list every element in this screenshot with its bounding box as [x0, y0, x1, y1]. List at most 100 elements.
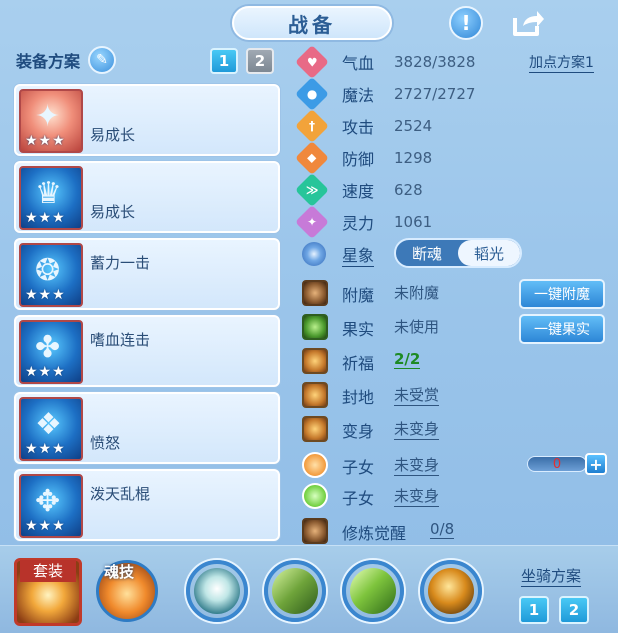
mount-scheme-tabs: 1 2	[519, 596, 589, 624]
equipment-scheme-header: 装备方案 ✎	[16, 46, 117, 74]
equipment-name: 易成长	[90, 203, 136, 221]
share-button[interactable]	[508, 6, 548, 40]
star-rating: ★★★	[25, 210, 66, 226]
shield-icon: ◆	[295, 141, 329, 175]
attr-row-child-2: 子女 未变身	[300, 481, 500, 509]
blade-skill-icon	[350, 568, 396, 614]
star-sign-toggle: 断魂 韬光	[394, 238, 522, 268]
stat-row-spirit: ✦ 灵力 1061	[295, 205, 432, 239]
stat-row-defense: ◆ 防御 1298	[295, 141, 432, 175]
stat-label: 攻击	[342, 118, 375, 137]
skill-slot-2[interactable]	[264, 560, 326, 622]
child-icon	[302, 483, 328, 509]
mount-scheme-label: 坐骑方案	[521, 567, 582, 587]
scheme-tab-1[interactable]: 1	[210, 48, 238, 74]
add-point-plan-link[interactable]: 加点方案1	[529, 52, 594, 73]
attr-row-transform: 变身 未变身	[300, 414, 500, 442]
attr-row-blessing: 祈福 2/2	[300, 346, 500, 374]
exclamation-icon: !	[461, 11, 471, 35]
equipment-slot-5[interactable]: ❖ ★★★ 愤怒	[14, 392, 280, 464]
mount-tab-2[interactable]: 2	[559, 596, 589, 624]
sword-skill-icon	[272, 568, 318, 614]
attr-label: 子女	[342, 458, 375, 477]
equipment-name: 易成长	[90, 126, 136, 144]
attr-value[interactable]: 0/8	[430, 520, 455, 539]
star-rating: ★★★	[25, 133, 66, 149]
page-title-text: 战备	[288, 12, 336, 37]
equipment-slot-4[interactable]: ✤ ★★★ 嗜血连击	[14, 315, 280, 387]
equipment-slot-2[interactable]: ♛ ★★★ 易成长	[14, 161, 280, 233]
weapon-icon: ✦ ★★★	[19, 89, 83, 153]
stat-value: 2524	[394, 117, 433, 135]
star-rating: ★★★	[25, 518, 66, 534]
helmet-icon: ♛ ★★★	[19, 166, 83, 230]
belt-icon: ❖ ★★★	[19, 397, 83, 461]
sword-icon: †	[295, 109, 329, 143]
attr-label: 修炼觉醒	[342, 524, 407, 543]
equipment-scheme-label: 装备方案	[16, 52, 81, 71]
equipment-slot-1[interactable]: ✦ ★★★ 易成长	[14, 84, 280, 156]
cultivation-icon	[302, 518, 328, 544]
toggle-option-taoguang[interactable]: 韬光	[458, 240, 520, 266]
stat-label: 魔法	[342, 86, 375, 105]
stat-row-mp: ● 魔法 2727/2727	[295, 77, 475, 111]
scheme-tab-2[interactable]: 2	[246, 48, 274, 74]
plus-icon: +	[589, 454, 603, 474]
stat-label: 防御	[342, 150, 375, 169]
speed-icon: ≫	[295, 173, 329, 207]
equipment-name: 蓄力一击	[90, 254, 151, 272]
stat-label: 灵力	[342, 214, 375, 233]
star-rating: ★★★	[25, 441, 66, 457]
attr-value[interactable]: 2/2	[394, 350, 421, 369]
help-button[interactable]: !	[449, 6, 483, 40]
skill-slot-4[interactable]	[420, 560, 482, 622]
attr-label: 变身	[342, 422, 375, 441]
attr-value[interactable]: 未变身	[394, 485, 440, 507]
star-sign-icon	[302, 242, 326, 266]
suit-label: 套装	[20, 560, 76, 582]
attr-row-child-1: 子女 未变身	[300, 450, 500, 478]
attr-row-enchant: 附魔 未附魔	[300, 278, 500, 306]
skill-slot-3[interactable]	[342, 560, 404, 622]
fief-icon	[302, 382, 328, 408]
toggle-option-duanhun[interactable]: 断魂	[396, 240, 458, 266]
enchant-icon	[302, 280, 328, 306]
mount-tab-1[interactable]: 1	[519, 596, 549, 624]
stat-value: 1061	[394, 213, 433, 231]
spirit-icon: ✦	[295, 205, 329, 239]
mana-icon: ●	[295, 77, 329, 111]
blessing-icon	[302, 348, 328, 374]
attr-value[interactable]: 未受赏	[394, 384, 440, 406]
attr-value[interactable]: 未变身	[394, 418, 440, 440]
attr-value: 未使用	[394, 318, 440, 336]
attr-row-fruit: 果实 未使用	[300, 312, 500, 340]
edit-scheme-button[interactable]: ✎	[88, 46, 117, 74]
stat-row-hp: ♥ 气血 3828/3828	[295, 45, 475, 79]
attr-label: 祈福	[342, 354, 375, 373]
attr-value: 未附魔	[394, 284, 440, 302]
stat-value: 2727/2727	[394, 85, 476, 103]
attr-value[interactable]: 未变身	[394, 454, 440, 476]
equipment-slot-6[interactable]: ✥ ★★★ 泼天乱棍	[14, 469, 280, 541]
pencil-icon: ✎	[96, 52, 108, 68]
page-title: 战备	[232, 6, 392, 40]
one-click-fruit-button[interactable]: 一键果实	[519, 314, 605, 344]
attr-label: 附魔	[342, 286, 375, 305]
equipment-name: 泼天乱棍	[90, 485, 151, 503]
star-sign-row: 星象 断魂 韬光	[300, 238, 530, 268]
skill-slot-1[interactable]	[186, 560, 248, 622]
stat-label: 气血	[342, 54, 375, 73]
child-counter: 0 +	[527, 453, 609, 475]
stat-label: 速度	[342, 182, 375, 201]
attr-label: 果实	[342, 320, 375, 339]
star-sign-label[interactable]: 星象	[342, 242, 375, 267]
stat-value: 1298	[394, 149, 433, 167]
attr-row-fief: 封地 未受赏	[300, 380, 500, 408]
one-click-enchant-button[interactable]: 一键附魔	[519, 279, 605, 309]
counter-value: 0	[527, 456, 587, 472]
fruit-icon	[302, 314, 328, 340]
plus-button[interactable]: +	[585, 453, 607, 475]
equipment-scheme-tabs: 1 2	[210, 48, 274, 74]
attr-label: 封地	[342, 388, 375, 407]
equipment-slot-3[interactable]: ❂ ★★★ 蓄力一击	[14, 238, 280, 310]
